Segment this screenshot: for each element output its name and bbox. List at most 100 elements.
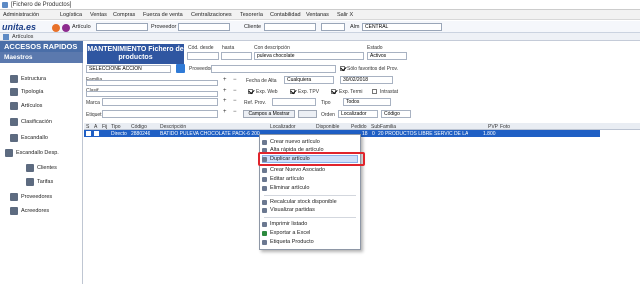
exp-web-label: Exp. Web: [256, 89, 278, 95]
action-select[interactable]: SELECCIONE ACCION: [86, 65, 171, 73]
sidebar-item-articulos[interactable]: Artículos: [10, 101, 42, 111]
sidebar-item-escandallo[interactable]: Escandallo: [10, 133, 48, 143]
menu-salir[interactable]: Salir X: [337, 12, 353, 18]
menu-visualizar-partidas[interactable]: Visualizar partidas: [262, 206, 358, 214]
menu-ventanas[interactable]: Ventanas: [306, 12, 329, 18]
intrastat-label: Intrastat: [380, 89, 399, 95]
sidebar-item-estructura[interactable]: Estructura: [10, 74, 46, 84]
menu-ventas[interactable]: Ventas: [90, 12, 107, 18]
alm-code-input[interactable]: [321, 23, 345, 31]
sidebar-item-tipologia[interactable]: Tipología: [10, 87, 43, 97]
sidebar-item-label: Tarifas: [37, 179, 54, 185]
intrastat-checkbox[interactable]: [372, 89, 377, 94]
exp-tpv-checkbox[interactable]: [290, 89, 295, 94]
cell-tipo: Directo: [111, 131, 127, 137]
proveedor-label: Proveedor: [151, 24, 177, 30]
execute-icon[interactable]: [176, 64, 185, 73]
sidebar-item-label: Estructura: [21, 76, 47, 82]
associate-icon: [262, 167, 267, 173]
hasta-input[interactable]: [221, 52, 252, 60]
campos-dropdown-button[interactable]: [298, 110, 317, 118]
menu-centralizaciones[interactable]: Centralizaciones: [191, 12, 232, 18]
sidebar-item-acreedores[interactable]: Acreedores: [10, 206, 49, 216]
exp-web-checkbox[interactable]: [248, 89, 253, 94]
app-icon: [2, 2, 8, 8]
menu-item-label: Imprimir listado: [270, 221, 308, 227]
descripcion-input[interactable]: puleva chocolate: [254, 52, 364, 60]
menu-editar-articulo[interactable]: Editar artículo: [262, 175, 358, 183]
brand-logo: unita.es: [2, 22, 37, 32]
user-icon[interactable]: [62, 24, 70, 32]
fecha-alta-input[interactable]: 30/02/2018: [340, 76, 393, 84]
articulo-label: Artículo: [72, 24, 91, 30]
recalc-icon: [262, 199, 267, 205]
window-title: [Fichero de Productos]: [11, 2, 72, 8]
fecha-mode-select[interactable]: Cualquiera: [284, 76, 334, 84]
estado-select[interactable]: Activos: [367, 52, 407, 60]
proveedor-search-input[interactable]: [178, 23, 230, 31]
add-clasif-icon[interactable]: +: [223, 88, 227, 94]
marca-input[interactable]: [102, 98, 218, 106]
sidebar-item-tarifas[interactable]: Tarifas: [26, 177, 53, 187]
label-icon: [262, 239, 267, 245]
menu-tesoreria[interactable]: Tesorería: [240, 12, 263, 18]
exp-termi-label: Exp. Termi: [339, 89, 363, 95]
add-familia-icon[interactable]: +: [223, 77, 227, 83]
sidebar-item-clientes[interactable]: Clientes: [26, 163, 57, 173]
menu-item-label: Crear nuevo artículo: [270, 139, 320, 145]
tab-icon: [3, 34, 9, 40]
menu-contabilidad[interactable]: Contabilidad: [270, 12, 301, 18]
title-bar: [Fichero de Productos]: [0, 0, 640, 10]
etiqueta-input[interactable]: [102, 110, 218, 118]
menu-compras[interactable]: Compras: [113, 12, 135, 18]
menu-etiqueta-producto[interactable]: Etiqueta Producto: [262, 238, 358, 246]
edit-icon: [262, 176, 267, 182]
cod-desde-input[interactable]: [187, 52, 219, 60]
tab-articulos[interactable]: Artículos: [12, 34, 33, 40]
etiqueta-label: Etiquet: [86, 112, 102, 118]
solo-favoritos-checkbox[interactable]: [340, 66, 345, 71]
codigo-select[interactable]: Código: [381, 110, 411, 118]
proveedor-filter-input[interactable]: [211, 65, 336, 73]
menu-imprimir-listado[interactable]: Imprimir listado: [262, 220, 358, 228]
batches-icon: [262, 207, 267, 213]
sidebar-item-clasificacion[interactable]: Clasificación: [10, 117, 52, 127]
menu-logistica[interactable]: Logística: [60, 12, 82, 18]
alm-select[interactable]: CENTRAL: [362, 23, 442, 31]
sidebar-item-label: Clientes: [37, 165, 57, 171]
add-marca-icon[interactable]: +: [223, 98, 227, 104]
campos-mostrar-button[interactable]: Campos a Mostrar: [243, 110, 295, 118]
cart-icon[interactable]: [52, 24, 60, 32]
remove-etiqueta-icon[interactable]: −: [233, 109, 237, 115]
cod-desde-label: Cód. desde: [188, 45, 214, 51]
sidebar-item-label: Escandallo: [21, 135, 48, 141]
remove-familia-icon[interactable]: −: [233, 77, 237, 83]
ref-prov-input[interactable]: [272, 98, 316, 106]
tipo-select[interactable]: Todos: [343, 98, 391, 106]
menu-crear-asociado[interactable]: Crear Nuevo Asociado: [262, 166, 358, 174]
row-checkbox[interactable]: [86, 131, 91, 136]
cliente-search-input[interactable]: [264, 23, 316, 31]
menu-bar: Administración Logística Ventas Compras …: [0, 10, 640, 20]
exp-termi-checkbox[interactable]: [331, 89, 336, 94]
tipo-label: Tipo: [321, 100, 331, 106]
cell-descripcion: BATIDO PULEVA CHOCOLATE PACK-6 200: [160, 131, 260, 137]
sidebar-item-escandallo-desp[interactable]: Escandallo Desp.: [5, 148, 59, 158]
menu-administracion[interactable]: Administración: [3, 12, 39, 18]
menu-eliminar-articulo[interactable]: Eliminar artículo: [262, 184, 358, 192]
menu-fuerza-venta[interactable]: Fuerza de venta: [143, 12, 183, 18]
row-checkbox-a[interactable]: [94, 131, 99, 136]
clasif-input[interactable]: [86, 91, 218, 97]
sidebar-item-proveedores[interactable]: Proveedores: [10, 192, 52, 202]
fecha-alta-label: Fecha de Alta: [246, 78, 277, 84]
remove-marca-icon[interactable]: −: [233, 98, 237, 104]
add-etiqueta-icon[interactable]: +: [223, 109, 227, 115]
menu-crear-articulo[interactable]: Crear nuevo artículo: [262, 138, 358, 146]
menu-exportar-excel[interactable]: Exportar a Excel: [262, 229, 358, 237]
con-desc-label: Con descripción: [254, 45, 290, 51]
remove-clasif-icon[interactable]: −: [233, 88, 237, 94]
familia-input[interactable]: [86, 80, 218, 86]
menu-recalcular-stock[interactable]: Recalcular stock disponible: [262, 198, 358, 206]
articulo-search-input[interactable]: [96, 23, 148, 31]
orden-select[interactable]: Localizador: [338, 110, 378, 118]
